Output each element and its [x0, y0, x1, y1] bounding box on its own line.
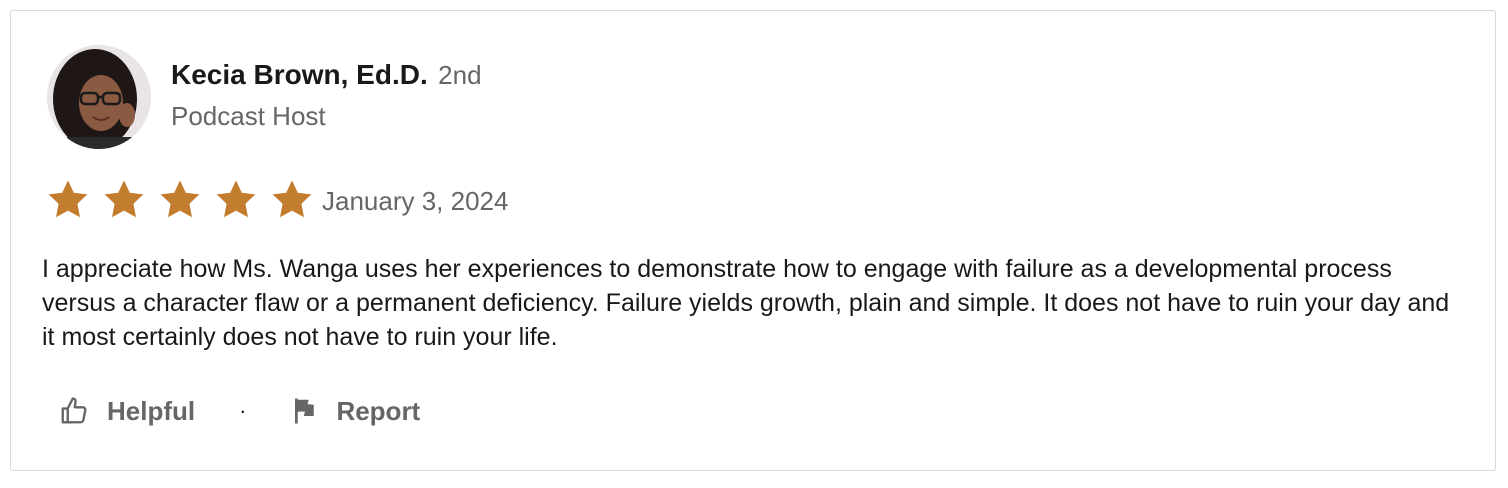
- helpful-label: Helpful: [107, 395, 196, 426]
- connection-degree: 2nd: [438, 60, 482, 90]
- reviewer-headline: Podcast Host: [171, 101, 326, 131]
- flag-icon: [290, 396, 320, 426]
- reviewer-name-row: Kecia Brown, Ed.D. 2nd: [171, 59, 482, 91]
- star-rating: [41, 176, 319, 224]
- review-text: I appreciate how Ms. Wanga uses her expe…: [42, 255, 1450, 351]
- star-icon: [272, 180, 312, 218]
- avatar-photo: [47, 45, 151, 149]
- star-icon: [216, 180, 256, 218]
- review-card: Kecia Brown, Ed.D. 2nd Podcast Host Janu…: [10, 10, 1496, 471]
- report-label: Report: [336, 395, 421, 426]
- avatar[interactable]: [47, 45, 151, 149]
- review-date: January 3, 2024: [322, 186, 509, 216]
- star-icon: [48, 180, 88, 218]
- star-icon: [160, 180, 200, 218]
- helpful-button[interactable]: Helpful: [59, 396, 195, 427]
- star-icon: [104, 180, 144, 218]
- thumbs-up-icon: [59, 396, 89, 426]
- review-actions: Helpful · Report: [59, 389, 420, 433]
- report-button[interactable]: Report: [290, 396, 420, 427]
- action-separator: ·: [239, 398, 247, 423]
- reviewer-name[interactable]: Kecia Brown, Ed.D.: [171, 59, 428, 90]
